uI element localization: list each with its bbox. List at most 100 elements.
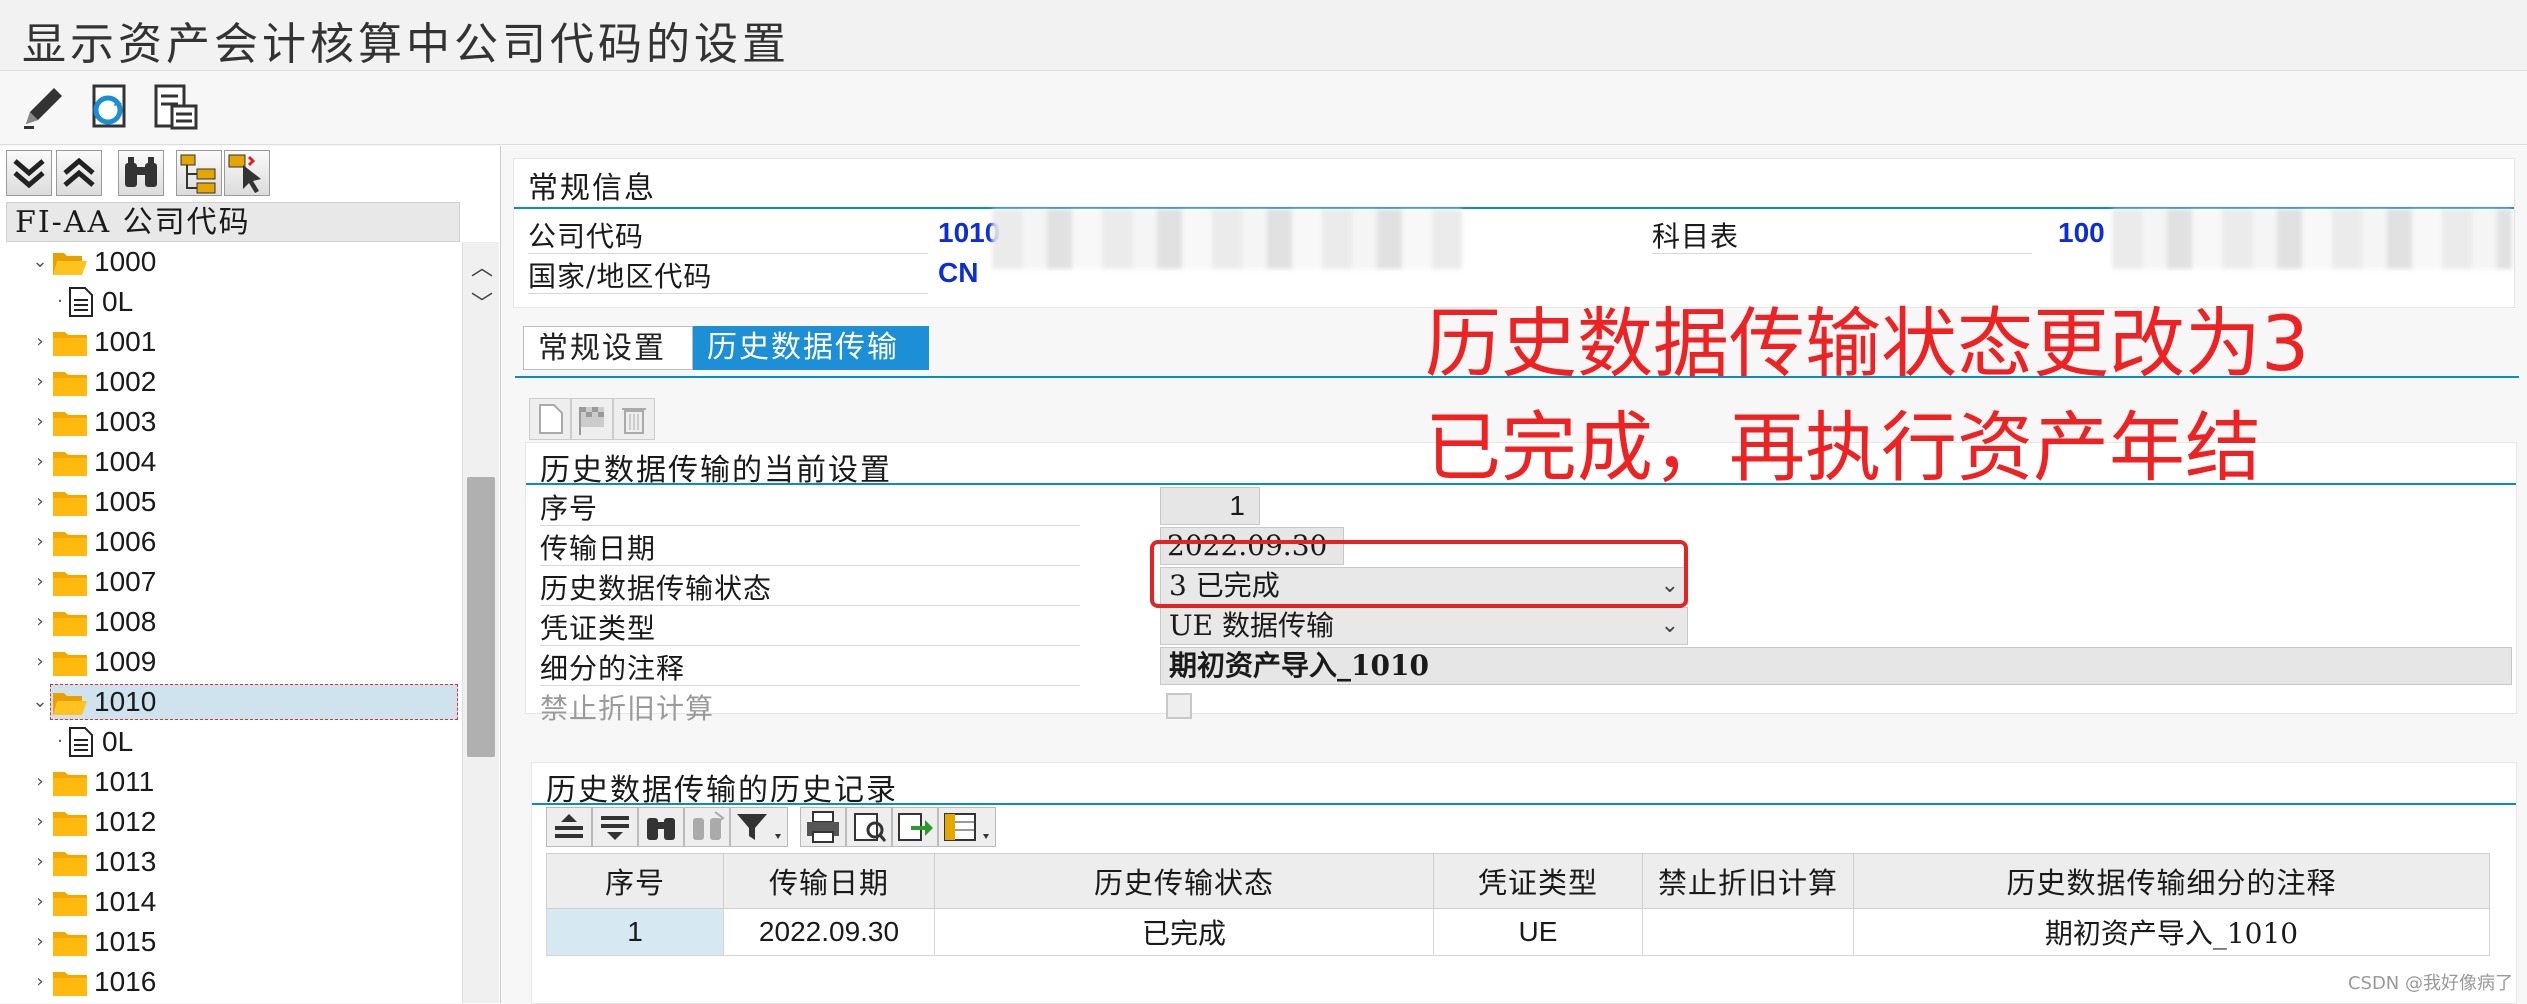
main-toolbar — [0, 72, 2527, 145]
find-binoculars-icon[interactable] — [638, 807, 684, 847]
table-row[interactable]: 1 2022.09.30 已完成 UE 期初资产导入_1010 — [546, 908, 2490, 956]
trash-icon[interactable] — [613, 398, 655, 440]
chart-of-accounts-value: 100 — [2058, 217, 2105, 248]
table-header-row: 序号 传输日期 历史传输状态 凭证类型 禁止折旧计算 历史数据传输细分的注释 — [546, 853, 2490, 909]
tree-node[interactable]: ⌄ 1010 — [0, 682, 460, 722]
company-code-tree-panel: FI-AA 公司代码 ⌄ 1000 · 0L › 1001 › 1002 › 1003 › 1004 ›… — [0, 146, 501, 1003]
print-icon[interactable] — [800, 807, 846, 847]
breakdown-note-field[interactable]: 期初资产导入_1010 — [1160, 647, 2512, 685]
tree-node[interactable]: › 1005 — [0, 482, 460, 522]
chart-of-accounts-label: 科目表 — [1652, 215, 2032, 254]
expand-chevron-icon[interactable]: › — [30, 322, 50, 362]
expand-chevron-icon[interactable]: › — [30, 562, 50, 602]
pencil-icon[interactable] — [16, 80, 72, 136]
tree-node-label: 0L — [102, 726, 134, 757]
column-header-transfer-status[interactable]: 历史传输状态 — [934, 853, 1434, 909]
tree-node[interactable]: › 1007 — [0, 562, 460, 602]
tree-node[interactable]: · 0L — [0, 282, 460, 322]
expand-chevron-icon[interactable]: › — [30, 842, 50, 882]
collapse-chevron-icon[interactable]: ⌄ — [30, 682, 50, 722]
cell-block-depreciation[interactable] — [1642, 908, 1854, 956]
tree-node[interactable]: ⌄ 1000 — [0, 242, 460, 282]
tree-node[interactable]: › 1009 — [0, 642, 460, 682]
filter-icon[interactable] — [730, 807, 788, 847]
tree-list: ⌄ 1000 · 0L › 1001 › 1002 › 1003 › 1004 › 1005 › 1006 › 1… — [0, 242, 462, 1003]
tree-node[interactable]: › 1006 — [0, 522, 460, 562]
tree-node[interactable]: › 1012 — [0, 802, 460, 842]
expand-chevron-icon[interactable]: › — [30, 642, 50, 682]
sort-ascending-icon[interactable] — [546, 807, 592, 847]
divider — [532, 803, 2516, 805]
tree-node[interactable]: › 1003 — [0, 402, 460, 442]
expand-chevron-icon[interactable]: › — [30, 802, 50, 842]
scroll-up-icon[interactable]: ︿ — [471, 250, 493, 282]
tree-node[interactable]: › 1008 — [0, 602, 460, 642]
folder-icon — [52, 408, 88, 436]
folder-icon — [52, 488, 88, 516]
expand-chevron-icon[interactable]: › — [30, 482, 50, 522]
tab-general-settings[interactable]: 常规设置 — [523, 326, 693, 370]
folder-icon — [52, 848, 88, 876]
document-type-select[interactable]: UE 数据传输 ⌄ — [1160, 607, 1688, 645]
history-table: 序号 传输日期 历史传输状态 凭证类型 禁止折旧计算 历史数据传输细分的注释 1… — [546, 853, 2490, 956]
tree-node-label: 1006 — [94, 526, 157, 557]
expand-chevron-icon[interactable]: › — [30, 602, 50, 642]
expand-chevron-icon[interactable]: › — [30, 362, 50, 402]
expand-chevron-icon[interactable]: › — [30, 402, 50, 442]
tree-node-label: 0L — [102, 286, 134, 317]
folder-icon — [52, 568, 88, 596]
scroll-down-icon[interactable]: ﹀ — [471, 286, 493, 318]
column-header-transfer-date[interactable]: 传输日期 — [723, 853, 935, 909]
tree-node[interactable]: › 1001 — [0, 322, 460, 362]
folder-icon — [52, 608, 88, 636]
create-document-icon[interactable] — [529, 398, 571, 440]
collapse-all-button[interactable] — [56, 150, 102, 196]
export-icon[interactable] — [892, 807, 938, 847]
tree-node[interactable]: › 1014 — [0, 882, 460, 922]
expand-all-button[interactable] — [6, 150, 52, 196]
tab-legacy-data-transfer[interactable]: 历史数据传输 — [693, 326, 929, 370]
expand-chevron-icon[interactable]: › — [30, 442, 50, 482]
column-header-breakdown-note[interactable]: 历史数据传输细分的注释 — [1853, 853, 2490, 909]
column-header-document-type[interactable]: 凭证类型 — [1433, 853, 1643, 909]
document-list-icon[interactable] — [148, 80, 204, 136]
expand-chevron-icon[interactable]: › — [30, 922, 50, 962]
folder-icon — [52, 328, 88, 356]
cell-sequence[interactable]: 1 — [546, 908, 724, 956]
find-binoculars-icon[interactable] — [118, 150, 164, 196]
cell-breakdown-note[interactable]: 期初资产导入_1010 — [1853, 908, 2490, 956]
sort-descending-icon[interactable] — [592, 807, 638, 847]
layout-icon[interactable] — [938, 807, 996, 847]
tree-node[interactable]: › 1004 — [0, 442, 460, 482]
tree-node-label: 1012 — [94, 806, 157, 837]
tree-node[interactable]: › 1011 — [0, 762, 460, 802]
tree-node[interactable]: › 1013 — [0, 842, 460, 882]
tree-node[interactable]: › 1016 — [0, 962, 460, 1002]
find-next-icon[interactable] — [684, 807, 730, 847]
tree-node-label: 1007 — [94, 566, 157, 597]
column-header-sequence[interactable]: 序号 — [546, 853, 724, 909]
sequence-field[interactable]: 1 — [1160, 487, 1260, 525]
hierarchy-icon[interactable] — [176, 150, 222, 196]
cell-transfer-date[interactable]: 2022.09.30 — [723, 908, 935, 956]
scroll-thumb[interactable] — [467, 477, 495, 757]
folder-open-icon — [52, 248, 88, 276]
tree-scrollbar[interactable]: ︿ ﹀ — [462, 242, 499, 1003]
block-depreciation-checkbox[interactable] — [1166, 693, 1192, 719]
tree-node-label: 1003 — [94, 406, 157, 437]
expand-chevron-icon[interactable]: › — [30, 882, 50, 922]
expand-chevron-icon[interactable]: › — [30, 522, 50, 562]
tree-node[interactable]: › 1015 — [0, 922, 460, 962]
refresh-icon[interactable] — [82, 80, 138, 136]
collapse-chevron-icon[interactable]: ⌄ — [30, 242, 50, 282]
tree-node[interactable]: · 0L — [0, 722, 460, 762]
expand-chevron-icon[interactable]: › — [30, 762, 50, 802]
column-header-block-depreciation[interactable]: 禁止折旧计算 — [1642, 853, 1854, 909]
expand-chevron-icon[interactable]: › — [30, 962, 50, 1002]
checker-flag-icon[interactable] — [571, 398, 613, 440]
print-preview-icon[interactable] — [846, 807, 892, 847]
cell-transfer-status[interactable]: 已完成 — [934, 908, 1434, 956]
select-cursor-icon[interactable] — [224, 150, 270, 196]
tree-node[interactable]: › 1002 — [0, 362, 460, 402]
cell-document-type[interactable]: UE — [1433, 908, 1643, 956]
